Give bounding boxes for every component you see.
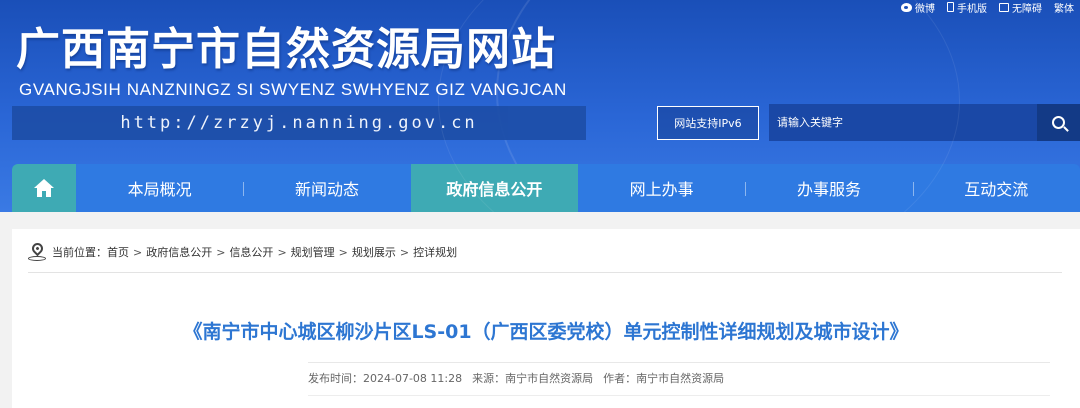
breadcrumb-item-planning-mgmt[interactable]: 规划管理: [291, 244, 335, 260]
breadcrumb-item-home[interactable]: 首页: [107, 244, 129, 260]
top-link-mobile[interactable]: 手机版: [947, 0, 987, 15]
top-link-weibo[interactable]: 微博: [901, 0, 935, 15]
content-panel: 当前位置： 首页 > 政府信息公开 > 信息公开 > 规划管理 > 规划展示 >…: [12, 229, 1080, 408]
article-source: 来源：南宁市自然资源局: [472, 372, 594, 385]
ipv6-badge[interactable]: 网站支持IPv6: [657, 106, 759, 140]
breadcrumb-item-detailed-plan[interactable]: 控详规划: [413, 244, 457, 260]
home-icon: [34, 179, 54, 197]
nav-item-services[interactable]: 办事服务: [745, 164, 912, 212]
nav-home-button[interactable]: [12, 164, 76, 212]
nav-item-about[interactable]: 本局概况: [76, 164, 243, 212]
breadcrumb-prefix: 当前位置：: [52, 246, 107, 259]
search-button[interactable]: [1037, 104, 1080, 141]
breadcrumb-separator: >: [277, 245, 287, 259]
breadcrumb-divider: [28, 272, 1062, 273]
search-input[interactable]: [769, 104, 1037, 141]
breadcrumb-separator: >: [399, 245, 410, 259]
location-pin-icon: [28, 240, 46, 261]
article-author: 作者：南宁市自然资源局: [603, 372, 725, 385]
search-icon: [1052, 116, 1065, 129]
top-link-label: 繁体: [1054, 3, 1074, 15]
accessibility-icon: [999, 2, 1009, 12]
mobile-icon: [947, 2, 954, 12]
breadcrumb-item-gov-info[interactable]: 政府信息公开: [146, 244, 212, 260]
nav-item-online-services[interactable]: 网上办事: [578, 164, 745, 212]
title-divider: [308, 362, 1050, 363]
nav-item-interaction[interactable]: 互动交流: [912, 164, 1080, 212]
nav-item-gov-info[interactable]: 政府信息公开: [410, 164, 578, 212]
top-link-label: 手机版: [957, 3, 987, 15]
site-subtitle: GVANGJSIH NANZNINGZ SI SWYENZ SWHYENZ GI…: [19, 80, 567, 99]
meta-divider: [308, 395, 1050, 396]
site-url-bar: http://zrzyj.nanning.gov.cn: [12, 106, 586, 140]
article-title: 《南宁市中心城区柳沙片区LS-01（广西区委党校）单元控制性详细规划及城市设计》: [183, 321, 909, 343]
top-link-label: 微博: [915, 3, 935, 15]
top-link-traditional[interactable]: 繁体: [1054, 0, 1074, 15]
article-meta: 发布时间：2024-07-08 11:28 来源：南宁市自然资源局 作者：南宁市…: [308, 370, 724, 386]
weibo-icon: [901, 2, 912, 12]
top-link-accessibility[interactable]: 无障碍: [999, 0, 1042, 15]
breadcrumb-item-planning-display[interactable]: 规划展示: [352, 244, 396, 260]
breadcrumb-separator: >: [133, 245, 143, 259]
top-link-label: 无障碍: [1012, 3, 1042, 15]
breadcrumb-separator: >: [216, 245, 226, 259]
breadcrumb-separator: >: [338, 245, 348, 259]
publish-time: 发布时间：2024-07-08 11:28: [308, 372, 463, 385]
site-url: http://zrzyj.nanning.gov.cn: [120, 113, 478, 133]
nav-item-news[interactable]: 新闻动态: [243, 164, 410, 212]
breadcrumb: 当前位置： 首页 > 政府信息公开 > 信息公开 > 规划管理 > 规划展示 >…: [28, 240, 457, 261]
top-links: 微博 手机版 无障碍 繁体: [901, 0, 1074, 15]
site-header: 微博 手机版 无障碍 繁体 广西南宁市自然资源局网站 GVANGJSIH NAN…: [0, 0, 1080, 212]
main-nav: 本局概况 新闻动态 政府信息公开 网上办事 办事服务 互动交流: [12, 164, 1080, 212]
breadcrumb-item-info-disclosure[interactable]: 信息公开: [229, 244, 273, 260]
site-title: 广西南宁市自然资源局网站: [16, 24, 556, 75]
